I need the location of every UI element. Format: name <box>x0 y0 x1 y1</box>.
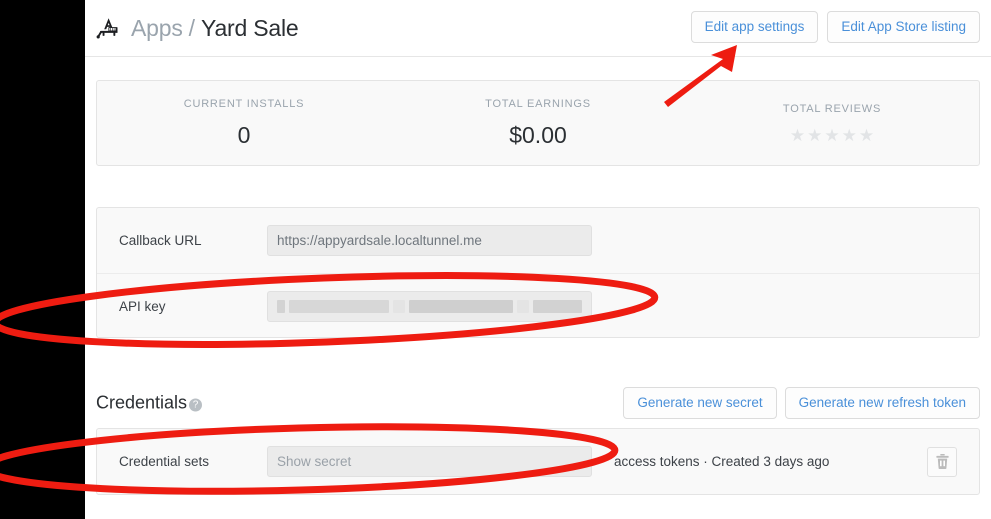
delete-credential-set-button[interactable] <box>927 446 957 477</box>
stats-panel: CURRENT INSTALLS 0 TOTAL EARNINGS $0.00 … <box>96 80 980 166</box>
breadcrumb: Apps / Yard Sale <box>96 10 299 46</box>
trash-icon <box>935 454 949 469</box>
app-store-icon <box>96 15 131 41</box>
callback-url-input[interactable]: https://appyardsale.localtunnel.me <box>267 225 592 256</box>
credential-sets-label: Credential sets <box>119 454 210 469</box>
star-icon: ★ <box>807 125 823 145</box>
edit-app-settings-button[interactable]: Edit app settings <box>690 11 819 43</box>
credential-sets-meta: access tokens · Created 3 days ago <box>614 454 830 469</box>
page-header: Apps / Yard Sale Edit app settings Edit … <box>85 0 991 57</box>
show-secret-input[interactable]: Show secret <box>267 446 592 477</box>
star-icon: ★ <box>841 125 857 145</box>
stat-total-earnings: TOTAL EARNINGS $0.00 <box>391 81 685 165</box>
credentials-panel: Credential sets Show secret access token… <box>96 428 980 495</box>
generate-new-secret-button[interactable]: Generate new secret <box>623 387 777 419</box>
stat-current-installs: CURRENT INSTALLS 0 <box>97 81 391 165</box>
stat-label: CURRENT INSTALLS <box>183 97 305 110</box>
api-key-input[interactable] <box>267 290 592 322</box>
star-icon: ★ <box>824 125 840 145</box>
app-settings-panel: Callback URL https://appyardsale.localtu… <box>96 207 980 338</box>
star-icon: ★ <box>789 125 806 145</box>
credentials-actions: Generate new secret Generate new refresh… <box>623 387 980 419</box>
breadcrumb-separator: / <box>188 14 196 41</box>
api-key-row: API key <box>97 273 979 338</box>
stat-label: TOTAL REVIEWS <box>782 102 882 115</box>
header-actions: Edit app settings Edit App Store listing <box>690 11 980 43</box>
callback-url-row: Callback URL https://appyardsale.localtu… <box>97 208 979 273</box>
stat-value: 0 <box>237 121 251 148</box>
screenshot-root: Apps / Yard Sale Edit app settings Edit … <box>0 0 991 519</box>
credentials-heading: Credentials ? <box>96 392 203 414</box>
api-key-label: API key <box>119 298 166 314</box>
callback-url-label: Callback URL <box>119 233 202 248</box>
generate-new-refresh-token-button[interactable]: Generate new refresh token <box>784 387 980 419</box>
credential-sets-row: Credential sets Show secret access token… <box>97 429 979 494</box>
page-title: Yard Sale <box>201 14 299 41</box>
stat-label: TOTAL EARNINGS <box>485 97 591 110</box>
question-mark-icon[interactable]: ? <box>189 398 203 412</box>
credentials-heading-text: Credentials <box>96 392 188 413</box>
stat-value: $0.00 <box>509 121 567 148</box>
stat-total-reviews: TOTAL REVIEWS ★ ★ ★ ★ ★ <box>685 81 979 165</box>
breadcrumb-apps-link[interactable]: Apps <box>131 15 183 42</box>
edit-app-store-listing-button[interactable]: Edit App Store listing <box>827 11 980 43</box>
page-content: Apps / Yard Sale Edit app settings Edit … <box>85 0 991 519</box>
star-icon: ★ <box>858 125 875 145</box>
api-key-redacted-value <box>277 299 582 313</box>
letterbox-bar <box>0 0 85 519</box>
star-rating: ★ ★ ★ ★ ★ <box>790 127 874 144</box>
